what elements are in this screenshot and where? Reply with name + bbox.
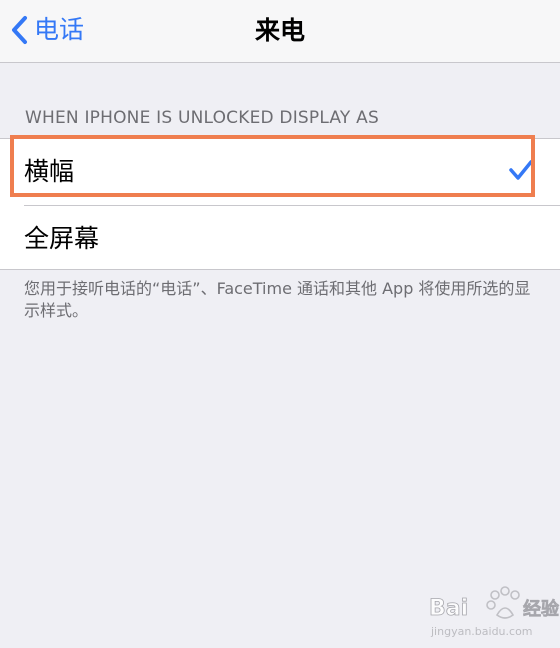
section-header: WHEN IPHONE IS UNLOCKED DISPLAY AS [25, 108, 379, 128]
baidu-jingyan-watermark: Bai 经验 jingyan.baidu.com [425, 585, 560, 644]
svg-text:经验: 经验 [523, 598, 560, 620]
section-footer-note: 您用于接听电话的“电话”、FaceTime 通话和其他 App 将使用所选的显示… [24, 279, 531, 320]
svg-text:jingyan.baidu.com: jingyan.baidu.com [430, 625, 533, 638]
highlight-annotation-box [10, 135, 535, 197]
page-title: 来电 [254, 16, 305, 45]
option-full-screen-label: 全屏幕 [24, 224, 100, 253]
option-full-screen[interactable]: 全屏幕 [0, 206, 560, 271]
svg-text:Bai: Bai [429, 596, 468, 621]
navigation-bar: 电话 来电 [0, 0, 560, 63]
